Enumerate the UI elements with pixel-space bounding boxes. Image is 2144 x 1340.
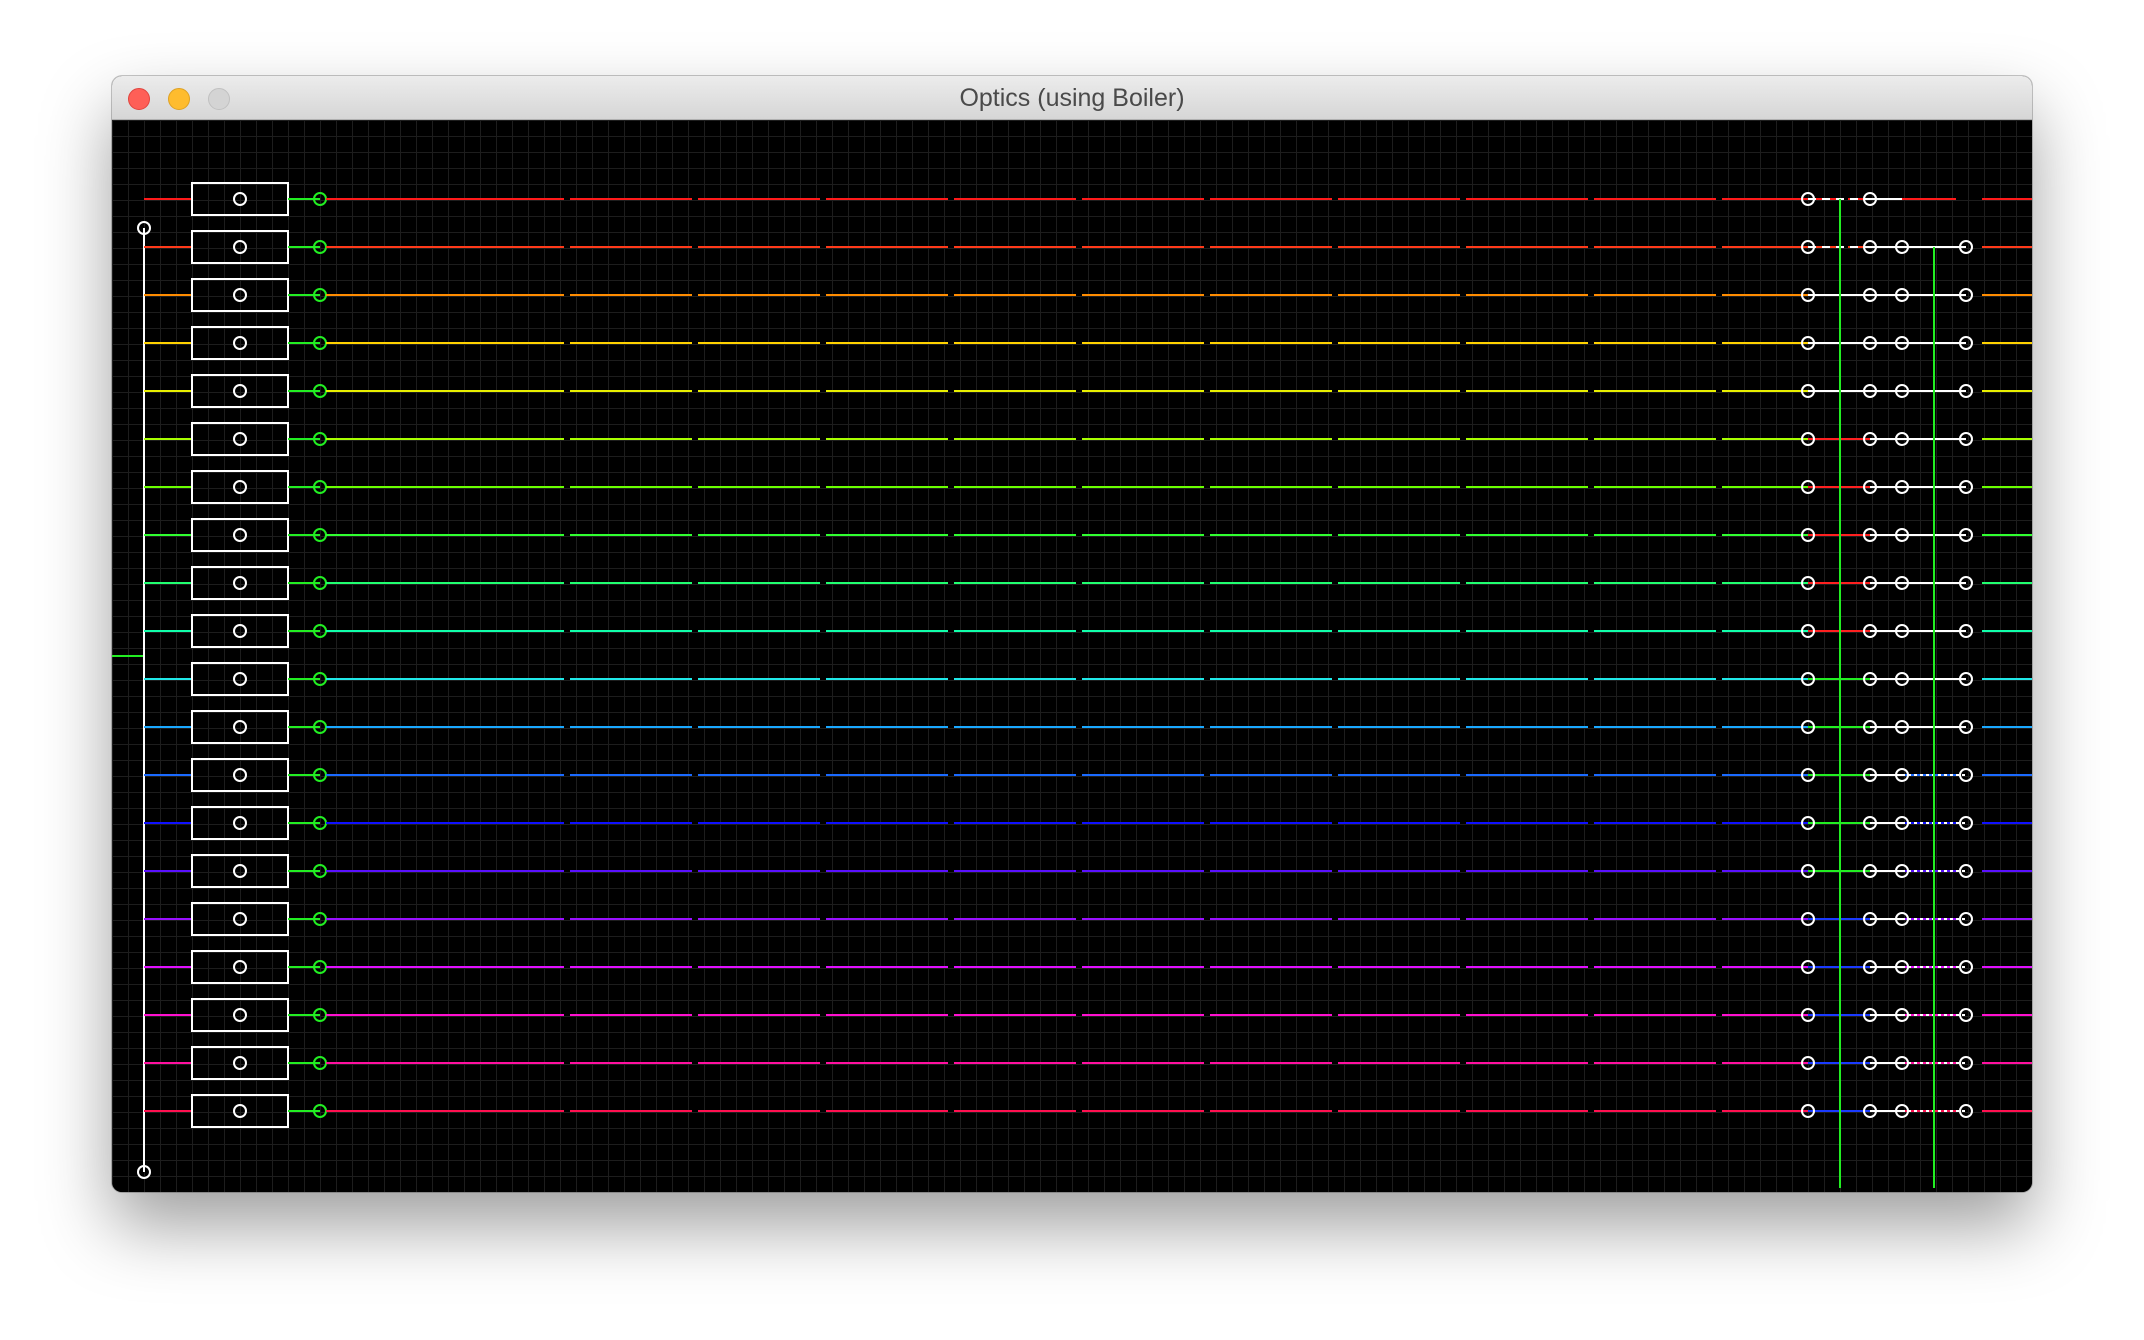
channel-4-component[interactable] bbox=[191, 326, 289, 360]
channel-7-component[interactable] bbox=[191, 470, 289, 504]
channel-4-component-node[interactable] bbox=[233, 336, 247, 350]
window-title: Optics (using Boiler) bbox=[959, 84, 1185, 112]
channel-2-component-node[interactable] bbox=[233, 240, 247, 254]
channel-19-component-node[interactable] bbox=[233, 1056, 247, 1070]
channel-12-component[interactable] bbox=[191, 710, 289, 744]
channel-16-component-node[interactable] bbox=[233, 912, 247, 926]
channel-11-component[interactable] bbox=[191, 662, 289, 696]
channel-10-component[interactable] bbox=[191, 614, 289, 648]
channel-8-component-node[interactable] bbox=[233, 528, 247, 542]
channel-19-component[interactable] bbox=[191, 1046, 289, 1080]
channel-10-component-node[interactable] bbox=[233, 624, 247, 638]
channel-17-component-node[interactable] bbox=[233, 960, 247, 974]
channel-11-component-node[interactable] bbox=[233, 672, 247, 686]
channel-13-component-node[interactable] bbox=[233, 768, 247, 782]
channel-6-component-node[interactable] bbox=[233, 432, 247, 446]
channel-20-component[interactable] bbox=[191, 1094, 289, 1128]
channel-16-component[interactable] bbox=[191, 902, 289, 936]
channel-18-component[interactable] bbox=[191, 998, 289, 1032]
channel-6-component[interactable] bbox=[191, 422, 289, 456]
channel-7-component-node[interactable] bbox=[233, 480, 247, 494]
channel-20-component-node[interactable] bbox=[233, 1104, 247, 1118]
channel-9-component-node[interactable] bbox=[233, 576, 247, 590]
channel-1-component-node[interactable] bbox=[233, 192, 247, 206]
channel-17-component[interactable] bbox=[191, 950, 289, 984]
channel-18-component-node[interactable] bbox=[233, 1008, 247, 1022]
channel-3-component-node[interactable] bbox=[233, 288, 247, 302]
channel-5-component-node[interactable] bbox=[233, 384, 247, 398]
channel-14-component[interactable] bbox=[191, 806, 289, 840]
title-bar: Optics (using Boiler) bbox=[112, 76, 2032, 120]
channel-15-component[interactable] bbox=[191, 854, 289, 888]
channel-5-component[interactable] bbox=[191, 374, 289, 408]
channel-12-component-node[interactable] bbox=[233, 720, 247, 734]
channel-13-component[interactable] bbox=[191, 758, 289, 792]
channel-2-component[interactable] bbox=[191, 230, 289, 264]
channel-9-component[interactable] bbox=[191, 566, 289, 600]
app-window: Optics (using Boiler) bbox=[112, 76, 2032, 1192]
channel-1-component[interactable] bbox=[191, 182, 289, 216]
circuit-board[interactable] bbox=[112, 120, 2032, 1192]
channel-15-component-node[interactable] bbox=[233, 864, 247, 878]
channel-8-component[interactable] bbox=[191, 518, 289, 552]
channel-3-component[interactable] bbox=[191, 278, 289, 312]
channel-14-component-node[interactable] bbox=[233, 816, 247, 830]
circuit-canvas[interactable] bbox=[112, 120, 2032, 1192]
